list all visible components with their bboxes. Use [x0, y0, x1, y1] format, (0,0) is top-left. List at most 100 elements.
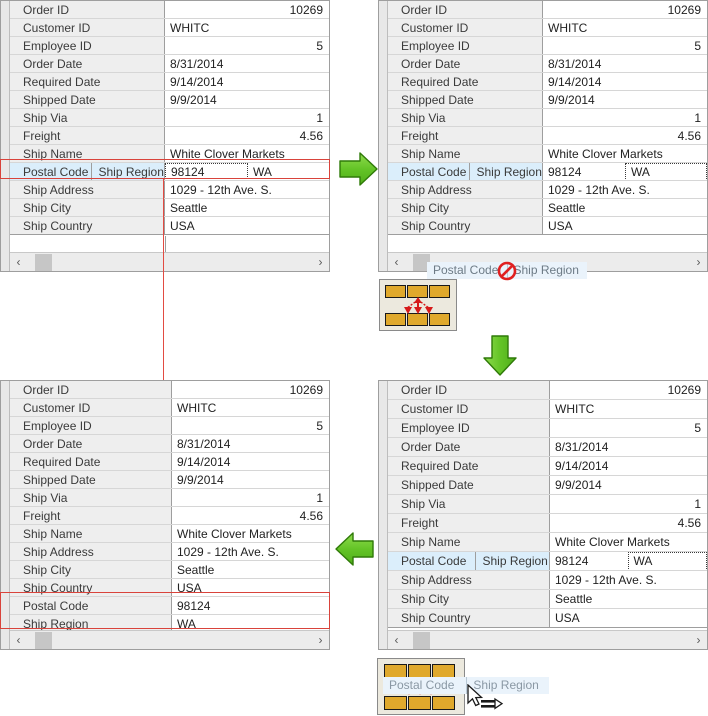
- horizontal-scrollbar[interactable]: ‹ ›: [10, 252, 329, 271]
- scroll-right-arrow-icon[interactable]: ›: [690, 631, 707, 649]
- row-value-pair[interactable]: 98124 WA: [550, 552, 707, 570]
- table-row[interactable]: Customer ID WHITC: [10, 399, 329, 417]
- row-value[interactable]: Seattle: [543, 199, 707, 216]
- table-row[interactable]: Ship Country USA: [388, 217, 707, 235]
- row-value[interactable]: 1: [550, 495, 707, 513]
- row-value[interactable]: 9/14/2014: [550, 457, 707, 475]
- row-value[interactable]: 9/14/2014: [165, 73, 329, 90]
- row-value[interactable]: USA: [543, 217, 707, 234]
- table-row[interactable]: Employee ID 5: [10, 37, 329, 55]
- table-row-merged-postal-region[interactable]: Postal Code Ship Region 98124 WA: [10, 163, 329, 181]
- row-value[interactable]: 10269: [172, 381, 329, 398]
- row-value[interactable]: Seattle: [550, 590, 707, 608]
- table-row[interactable]: Required Date 9/14/2014: [388, 73, 707, 91]
- row-value[interactable]: 1029 - 12th Ave. S.: [543, 181, 707, 198]
- source-grid-merged-row[interactable]: Order ID 10269 Customer ID WHITC Employe…: [0, 0, 330, 272]
- row-value-pair[interactable]: 98124 WA: [543, 163, 707, 180]
- row-value[interactable]: 9/9/2014: [165, 91, 329, 108]
- table-row[interactable]: Ship City Seattle: [10, 199, 329, 217]
- table-row[interactable]: Freight 4.56: [388, 127, 707, 145]
- row-value-pair[interactable]: 98124 WA: [165, 163, 329, 180]
- table-row[interactable]: Ship Address 1029 - 12th Ave. S.: [388, 181, 707, 199]
- table-row-postal-code[interactable]: Postal Code 98124: [10, 597, 329, 615]
- table-row[interactable]: Customer ID WHITC: [388, 400, 707, 419]
- row-value[interactable]: White Clover Markets: [550, 533, 707, 551]
- row-value-postal-code[interactable]: 98124: [550, 552, 628, 570]
- scrollbar-track[interactable]: [27, 253, 312, 271]
- table-row[interactable]: Ship Country USA: [10, 217, 329, 235]
- table-row-merged-postal-region[interactable]: Postal Code Ship Region 98124 WA: [388, 163, 707, 181]
- table-row[interactable]: Ship Address 1029 - 12th Ave. S.: [10, 181, 329, 199]
- table-row[interactable]: Ship City Seattle: [10, 561, 329, 579]
- row-value[interactable]: 10269: [543, 1, 707, 18]
- row-value[interactable]: 4.56: [172, 507, 329, 524]
- scroll-right-arrow-icon[interactable]: ›: [690, 253, 707, 271]
- table-row[interactable]: Employee ID 5: [388, 37, 707, 55]
- table-row[interactable]: Ship Via 1: [388, 495, 707, 514]
- row-value[interactable]: 8/31/2014: [543, 55, 707, 72]
- row-value[interactable]: 8/31/2014: [165, 55, 329, 72]
- row-value[interactable]: 8/31/2014: [550, 438, 707, 456]
- row-value[interactable]: USA: [550, 609, 707, 627]
- row-value[interactable]: WHITC: [165, 19, 329, 36]
- scroll-left-arrow-icon[interactable]: ‹: [388, 253, 405, 271]
- table-row[interactable]: Customer ID WHITC: [388, 19, 707, 37]
- row-value[interactable]: Seattle: [165, 199, 329, 216]
- row-value[interactable]: 5: [165, 37, 329, 54]
- table-row[interactable]: Shipped Date 9/9/2014: [388, 91, 707, 109]
- row-value[interactable]: 10269: [550, 381, 707, 399]
- row-value[interactable]: 98124: [172, 597, 329, 614]
- table-row[interactable]: Ship Name White Clover Markets: [10, 525, 329, 543]
- row-value[interactable]: 10269: [165, 1, 329, 18]
- row-value[interactable]: 9/9/2014: [550, 476, 707, 494]
- row-value[interactable]: White Clover Markets: [165, 145, 329, 162]
- row-value[interactable]: 5: [550, 419, 707, 437]
- row-value[interactable]: 9/14/2014: [172, 453, 329, 470]
- row-value[interactable]: 9/9/2014: [172, 471, 329, 488]
- row-value[interactable]: 5: [172, 417, 329, 434]
- table-row[interactable]: Order Date 8/31/2014: [10, 55, 329, 73]
- scrollbar-thumb[interactable]: [413, 631, 430, 649]
- scrollbar-thumb[interactable]: [35, 253, 52, 271]
- table-row[interactable]: Ship Name White Clover Markets: [388, 533, 707, 552]
- row-value-ship-region[interactable]: WA: [248, 163, 328, 180]
- table-row[interactable]: Order ID 10269: [388, 1, 707, 19]
- table-row[interactable]: Ship Address 1029 - 12th Ave. S.: [10, 543, 329, 561]
- table-row[interactable]: Ship Via 1: [10, 109, 329, 127]
- table-row[interactable]: Ship Country USA: [388, 609, 707, 628]
- row-value[interactable]: 4.56: [165, 127, 329, 144]
- table-row[interactable]: Ship Address 1029 - 12th Ave. S.: [388, 571, 707, 590]
- scroll-left-arrow-icon[interactable]: ‹: [388, 631, 405, 649]
- scroll-left-arrow-icon[interactable]: ‹: [10, 253, 27, 271]
- table-row[interactable]: Shipped Date 9/9/2014: [10, 471, 329, 489]
- table-row[interactable]: Customer ID WHITC: [10, 19, 329, 37]
- scroll-right-arrow-icon[interactable]: ›: [312, 631, 329, 649]
- row-value[interactable]: WHITC: [550, 400, 707, 418]
- scroll-left-arrow-icon[interactable]: ‹: [10, 631, 27, 649]
- grid-dragging-state[interactable]: Order ID 10269 Customer ID WHITC Employe…: [378, 0, 708, 272]
- table-row[interactable]: Ship City Seattle: [388, 199, 707, 217]
- table-row[interactable]: Shipped Date 9/9/2014: [388, 476, 707, 495]
- scrollbar-thumb[interactable]: [35, 631, 52, 649]
- table-row[interactable]: Freight 4.56: [10, 507, 329, 525]
- row-value[interactable]: 1029 - 12th Ave. S.: [172, 543, 329, 560]
- row-value[interactable]: 9/9/2014: [543, 91, 707, 108]
- table-row[interactable]: Required Date 9/14/2014: [388, 457, 707, 476]
- row-value[interactable]: USA: [165, 217, 329, 234]
- table-row[interactable]: Ship Name White Clover Markets: [388, 145, 707, 163]
- table-row[interactable]: Ship Name White Clover Markets: [10, 145, 329, 163]
- row-value-ship-region[interactable]: WA: [627, 552, 707, 570]
- table-row[interactable]: Order ID 10269: [388, 381, 707, 400]
- grid-drop-target-state[interactable]: Order ID 10269 Customer ID WHITC Employe…: [378, 380, 708, 650]
- table-row[interactable]: Employee ID 5: [10, 417, 329, 435]
- horizontal-scrollbar[interactable]: ‹ ›: [388, 630, 707, 649]
- table-row[interactable]: Order Date 8/31/2014: [388, 55, 707, 73]
- table-row[interactable]: Ship Via 1: [388, 109, 707, 127]
- table-row[interactable]: Order ID 10269: [10, 381, 329, 399]
- table-row[interactable]: Shipped Date 9/9/2014: [10, 91, 329, 109]
- table-row[interactable]: Order ID 10269: [10, 1, 329, 19]
- row-value[interactable]: WHITC: [543, 19, 707, 36]
- row-value[interactable]: Seattle: [172, 561, 329, 578]
- row-value[interactable]: White Clover Markets: [543, 145, 707, 162]
- row-value[interactable]: 1: [165, 109, 329, 126]
